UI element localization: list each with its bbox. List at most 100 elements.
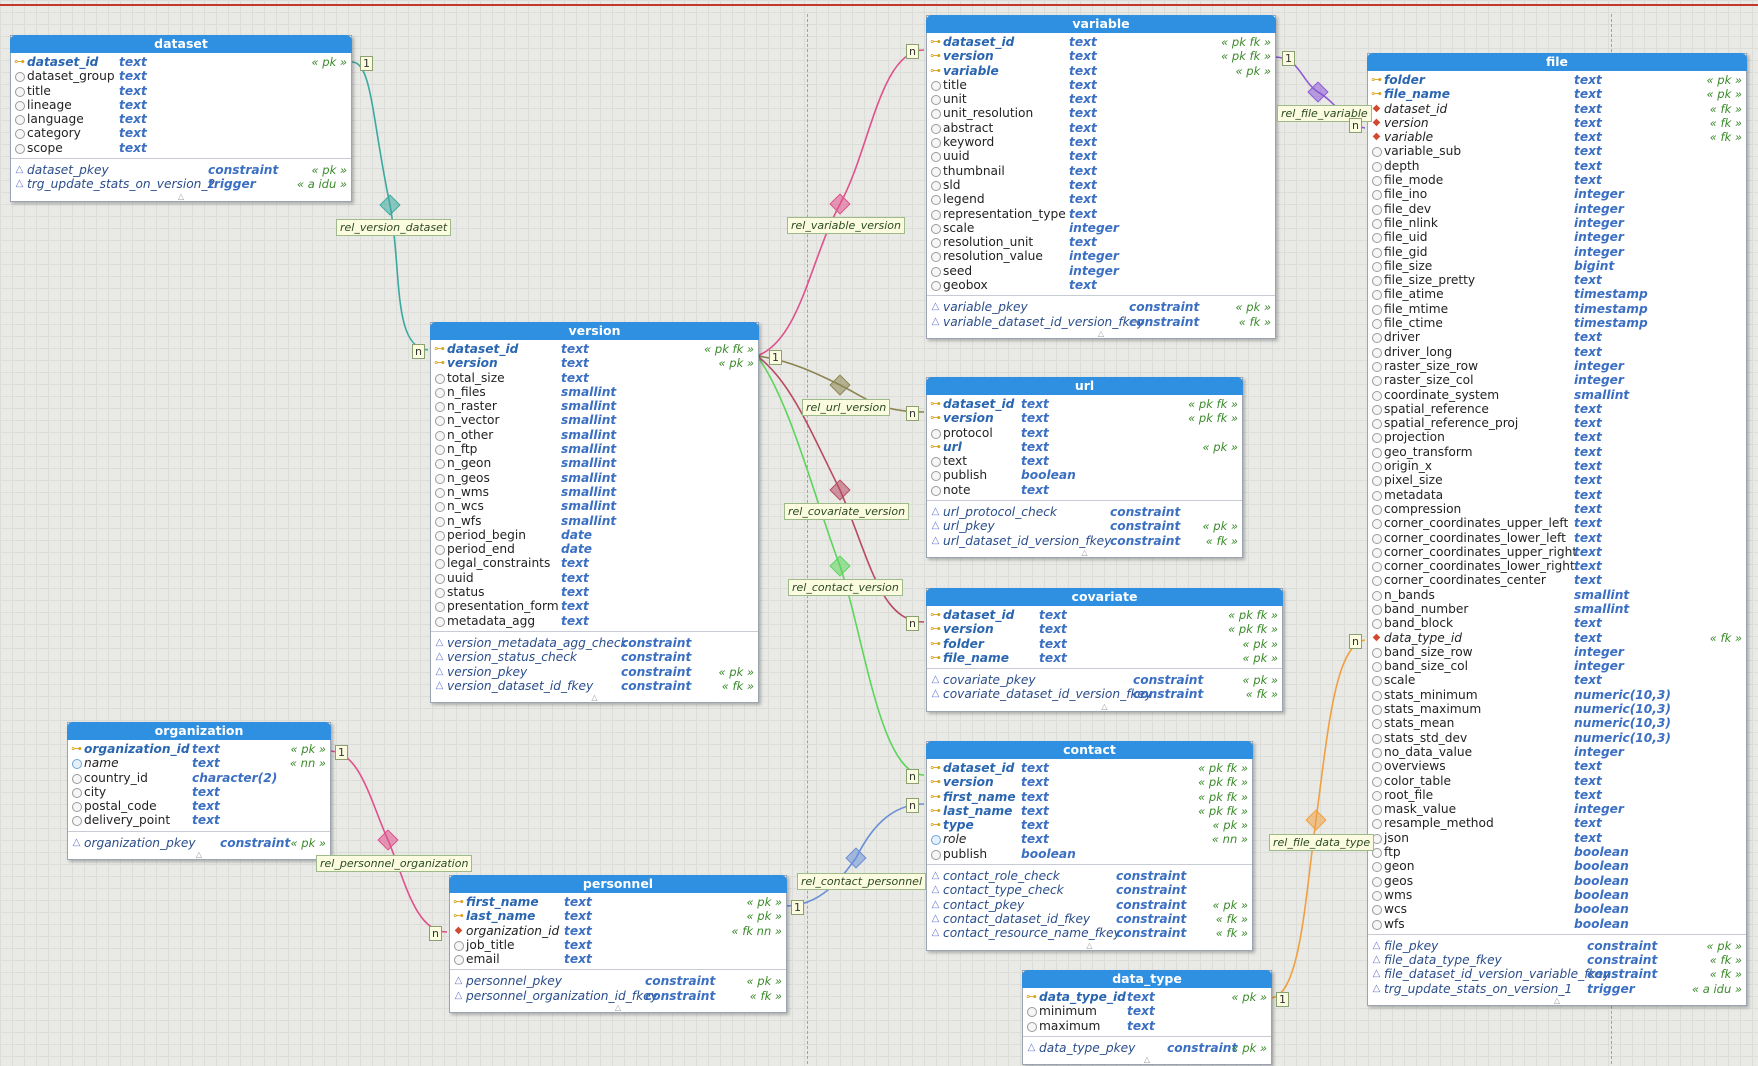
table-data-type[interactable]: data_type ⊶ data_type_id text « pk » minimum t… [1022,970,1272,1066]
constraint-row[interactable]: △ trg_update_stats_on_version_1 trigger « a… [1368,982,1746,996]
constraint-row[interactable]: △ version_metadata_agg_check constraint [431,636,758,650]
relation-diamond-icon[interactable] [1305,809,1327,831]
column-row[interactable]: seed integer [927,264,1275,278]
collapse-handle-icon[interactable]: △ [450,1004,786,1012]
column-row[interactable]: dataset_group text [11,69,351,83]
relation-label[interactable]: rel_contact_version [788,579,903,596]
column-row[interactable]: representation_type text [927,207,1275,221]
collapse-handle-icon[interactable]: △ [431,694,758,702]
column-row[interactable]: projection text [1368,430,1746,444]
table-title[interactable]: data_type [1022,970,1272,988]
column-row[interactable]: lineage text [11,98,351,112]
column-row[interactable]: resolution_unit text [927,235,1275,249]
column-row[interactable]: ⊶ file_name text « pk » [1368,87,1746,101]
column-row[interactable]: ftp boolean [1368,845,1746,859]
column-row[interactable]: geos boolean [1368,874,1746,888]
column-row[interactable]: origin_x text [1368,459,1746,473]
column-row[interactable]: n_other smallint [431,428,758,442]
column-row[interactable]: ⊶ version text « pk fk » [927,775,1252,789]
relation-label[interactable]: rel_variable_version [787,217,906,234]
collapse-handle-icon[interactable]: △ [927,702,1282,711]
table-variable[interactable]: variable ⊶ dataset_id text « pk fk » ⊶ version… [926,15,1276,339]
column-row[interactable]: corner_coordinates_lower_right text [1368,559,1746,573]
column-row[interactable]: uuid text [431,571,758,585]
table-file[interactable]: file ⊶ folder text « pk » ⊶ file_name text « pk … [1367,53,1747,1006]
column-row[interactable]: driver text [1368,330,1746,344]
column-row[interactable]: ◆ dataset_id text « fk » [1368,102,1746,116]
column-row[interactable]: file_ctime timestamp [1368,316,1746,330]
column-row[interactable]: abstract text [927,121,1275,135]
column-row[interactable]: ⊶ url text « pk » [927,440,1242,454]
constraint-row[interactable]: △ variable_pkey constraint « pk » [927,300,1275,314]
constraint-row[interactable]: △ file_pkey constraint « pk » [1368,939,1746,953]
collapse-handle-icon[interactable]: △ [927,941,1252,950]
column-row[interactable]: ⊶ file_name text « pk » [927,651,1282,665]
diagram-canvas[interactable]: dataset ⊶ dataset_id text « pk » dataset_grou… [0,0,1758,1066]
column-row[interactable]: status text [431,585,758,599]
column-row[interactable]: json text [1368,831,1746,845]
relation-diamond-icon[interactable] [377,829,399,851]
collapse-handle-icon[interactable]: △ [927,548,1242,557]
column-row[interactable]: name text « nn » [68,756,330,770]
column-row[interactable]: corner_coordinates_upper_right text [1368,545,1746,559]
column-row[interactable]: role text « nn » [927,832,1252,846]
constraint-row[interactable]: △ file_data_type_fkey constraint « fk » [1368,953,1746,967]
column-row[interactable]: n_wms smallint [431,485,758,499]
table-title[interactable]: file [1367,53,1747,71]
constraint-row[interactable]: △ url_pkey constraint « pk » [927,519,1242,533]
column-row[interactable]: publish boolean [927,468,1242,482]
column-row[interactable]: delivery_point text [68,813,330,827]
table-covariate[interactable]: covariate ⊶ dataset_id text « pk fk » ⊶ versio… [926,588,1283,712]
column-row[interactable]: sld text [927,178,1275,192]
column-row[interactable]: n_geos smallint [431,471,758,485]
relation-label[interactable]: rel_url_version [802,399,891,416]
column-row[interactable]: wfs boolean [1368,917,1746,931]
column-row[interactable]: depth text [1368,159,1746,173]
relation-diamond-icon[interactable] [829,374,851,396]
column-row[interactable]: file_gid integer [1368,245,1746,259]
column-row[interactable]: n_geon smallint [431,456,758,470]
column-row[interactable]: text text [927,454,1242,468]
column-row[interactable]: title text [927,78,1275,92]
column-row[interactable]: legal_constraints text [431,556,758,570]
column-row[interactable]: publish boolean [927,847,1252,861]
column-row[interactable]: raster_size_row integer [1368,359,1746,373]
relation-label[interactable]: rel_version_dataset [336,219,452,236]
column-row[interactable]: mask_value integer [1368,802,1746,816]
column-row[interactable]: protocol text [927,426,1242,440]
column-row[interactable]: scope text [11,141,351,155]
column-row[interactable]: n_files smallint [431,385,758,399]
constraint-row[interactable]: △ contact_role_check constraint [927,869,1252,883]
table-title[interactable]: contact [926,741,1253,759]
table-title[interactable]: version [430,322,759,340]
column-row[interactable]: language text [11,112,351,126]
column-row[interactable]: wcs boolean [1368,902,1746,916]
column-row[interactable]: ◆ version text « fk » [1368,116,1746,130]
constraint-row[interactable]: △ contact_type_check constraint [927,883,1252,897]
column-row[interactable]: legend text [927,192,1275,206]
column-row[interactable]: ⊶ organization_id text « pk » [68,742,330,756]
column-row[interactable]: resample_method text [1368,816,1746,830]
column-row[interactable]: metadata_agg text [431,614,758,628]
column-row[interactable]: keyword text [927,135,1275,149]
constraint-row[interactable]: △ dataset_pkey constraint « pk » [11,163,351,177]
constraint-row[interactable]: △ data_type_pkey constraint « pk » [1023,1041,1271,1055]
column-row[interactable]: corner_coordinates_lower_left text [1368,531,1746,545]
column-row[interactable]: band_size_row integer [1368,645,1746,659]
column-row[interactable]: n_raster smallint [431,399,758,413]
constraint-row[interactable]: △ contact_resource_name_fkey constraint « f… [927,926,1252,940]
column-row[interactable]: ⊶ version text « pk » [431,356,758,370]
column-row[interactable]: file_size_pretty text [1368,273,1746,287]
relation-label[interactable]: rel_file_data_type [1269,834,1375,851]
collapse-handle-icon[interactable]: △ [68,851,330,859]
column-row[interactable]: category text [11,126,351,140]
relation-diamond-icon[interactable] [379,194,401,216]
column-row[interactable]: maximum text [1023,1019,1271,1033]
column-row[interactable]: ◆ data_type_id text « fk » [1368,631,1746,645]
table-contact[interactable]: contact ⊶ dataset_id text « pk fk » ⊶ version t… [926,741,1253,951]
constraint-row[interactable]: △ version_status_check constraint [431,650,758,664]
column-row[interactable]: uuid text [927,149,1275,163]
column-row[interactable]: city text [68,785,330,799]
column-row[interactable]: minimum text [1023,1004,1271,1018]
column-row[interactable]: ⊶ type text « pk » [927,818,1252,832]
